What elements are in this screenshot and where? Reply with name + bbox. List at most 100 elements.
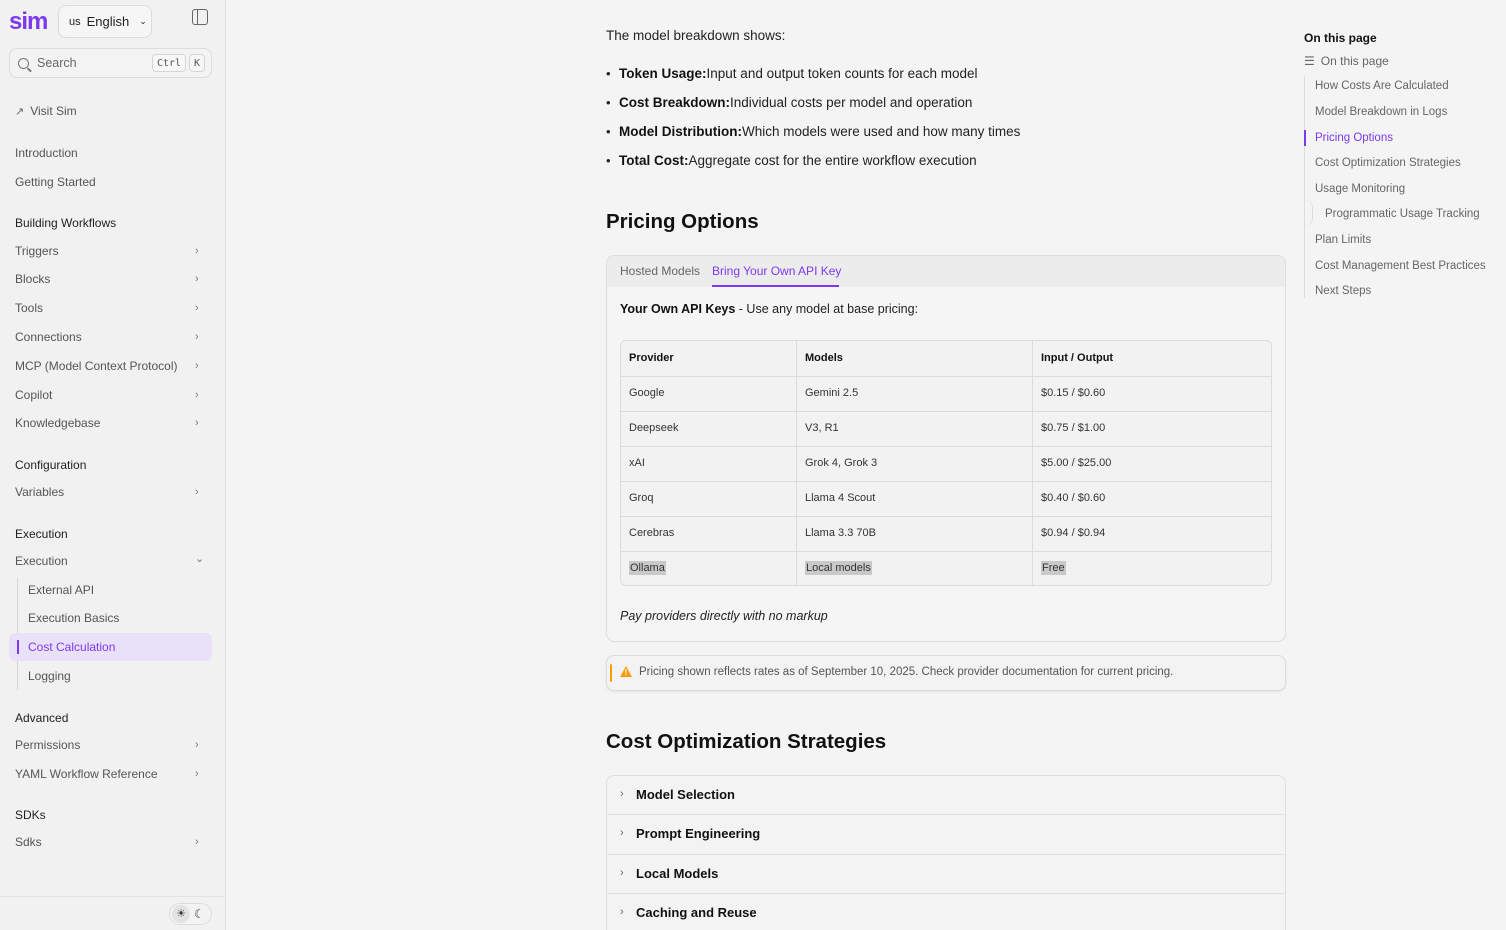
list-item: • Model Distribution: Which models were … [606,124,1020,139]
bullet-text: Which models were used and how many time… [741,124,1021,139]
panel-intro: Your Own API Keys - Use any model at bas… [620,302,918,316]
sidebar-item-permissions[interactable]: Permissions [15,737,80,753]
chevron-right-icon[interactable]: › [195,766,199,782]
pricing-table: Provider Models Input / Output Google Ge… [620,340,1272,586]
chevron-right-icon[interactable]: › [195,358,199,374]
sidebar-item-execution[interactable]: Execution [15,553,68,569]
sun-icon[interactable]: ☀ [172,905,190,923]
toc-item-next-steps[interactable]: Next Steps [1315,283,1371,299]
language-selector[interactable]: us English ⌄ [58,5,152,38]
sidebar-item-mcp[interactable]: MCP (Model Context Protocol) [15,358,178,374]
sidebar-item-connections[interactable]: Connections [15,329,82,345]
sidebar-item-copilot[interactable]: Copilot [15,387,52,403]
toc-item-plan-limits[interactable]: Plan Limits [1315,232,1371,248]
sidebar-item-triggers[interactable]: Triggers [15,243,59,259]
sidebar-item-cost-calculation[interactable]: Cost Calculation [28,639,115,655]
table-cell: $0.40 / $0.60 [1041,492,1106,504]
table-header-models: Models [805,352,843,364]
chevron-right-icon[interactable]: › [620,788,624,800]
chevron-right-icon[interactable]: › [195,737,199,753]
toc-item-how-costs[interactable]: How Costs Are Calculated [1315,78,1449,94]
toc-item-pricing-options[interactable]: Pricing Options [1315,130,1393,146]
visit-sim-link[interactable]: ↗ Visit Sim [15,104,77,118]
toc-rail [1304,76,1305,298]
table-cell: Cerebras [629,527,675,539]
sidebar-item-blocks[interactable]: Blocks [15,271,50,287]
sidebar-item-tools[interactable]: Tools [15,300,43,316]
chevron-right-icon[interactable]: › [195,329,199,345]
row-divider [621,516,1271,517]
table-cell: $0.94 / $0.94 [1041,527,1106,539]
tab-hosted-models[interactable]: Hosted Models [620,264,700,278]
accordion-item-model-selection[interactable]: Model Selection [636,787,735,802]
chevron-right-icon[interactable]: › [195,415,199,431]
search-input[interactable]: Search Ctrl K [9,48,212,78]
row-divider [621,551,1271,552]
sidebar-item-introduction[interactable]: Introduction [15,145,78,161]
chevron-right-icon[interactable]: › [195,834,199,850]
row-divider [621,376,1271,377]
moon-icon[interactable]: ☾ [194,905,205,923]
sidebar-item-logging[interactable]: Logging [28,668,71,684]
row-divider [621,481,1271,482]
chevron-right-icon[interactable]: › [195,300,199,316]
bullet-text: Individual costs per model and operation [730,95,973,110]
bullet-text: Input and output token counts for each m… [706,66,978,81]
sidebar-item-yaml-reference[interactable]: YAML Workflow Reference [15,766,158,782]
table-cell: Grok 4, Grok 3 [805,457,878,469]
sidebar-collapse-icon[interactable] [192,9,208,25]
bullet-icon: • [606,95,611,110]
sidebar-item-variables[interactable]: Variables [15,484,64,500]
chevron-right-icon[interactable]: › [195,271,199,287]
sidebar-item-knowledgebase[interactable]: Knowledgebase [15,415,100,431]
toc-item-cost-management[interactable]: Cost Management Best Practices [1315,258,1486,274]
sidebar-item-getting-started[interactable]: Getting Started [15,174,96,190]
accordion-item-prompt-engineering[interactable]: Prompt Engineering [636,826,760,841]
accordion-item-local-models[interactable]: Local Models [636,866,718,881]
chevron-right-icon[interactable]: › [620,867,624,879]
table-cell-selected: Free [1041,561,1066,575]
us-flag-icon: us [69,15,81,28]
row-divider [621,411,1271,412]
section-configuration: Configuration [15,458,87,472]
panel-intro-bold: Your Own API Keys [620,302,736,316]
toc-item-usage-monitoring[interactable]: Usage Monitoring [1315,181,1405,197]
chevron-right-icon[interactable]: › [620,827,624,839]
tab-byo-api-key[interactable]: Bring Your Own API Key [712,264,841,278]
warning-icon-mark: ! [624,668,628,677]
sidebar-item-sdks[interactable]: Sdks [15,834,42,850]
sidebar-item-execution-basics[interactable]: Execution Basics [28,610,119,626]
table-header-provider: Provider [629,352,674,364]
list-item: • Cost Breakdown: Individual costs per m… [606,95,972,110]
table-cell: $0.75 / $1.00 [1041,422,1106,434]
section-building-workflows: Building Workflows [15,216,117,230]
sim-logo[interactable]: sim [9,8,48,36]
chevron-right-icon[interactable]: › [195,387,199,403]
chevron-down-icon[interactable]: ⌄ [195,551,204,567]
callout-accent-bar [610,664,612,682]
accordion-divider [607,854,1285,855]
accordion-item-caching-reuse[interactable]: Caching and Reuse [636,905,757,920]
table-cell-selected: Ollama [629,561,666,575]
sidebar: sim us English ⌄ Search Ctrl K ↗ Visit S… [0,0,226,930]
pricing-options-heading: Pricing Options [606,210,759,233]
table-cell: Llama 4 Scout [805,492,876,504]
sidebar-item-external-api[interactable]: External API [28,582,94,598]
chevron-right-icon[interactable]: › [195,484,199,500]
row-divider [621,446,1271,447]
chevron-right-icon[interactable]: › [195,243,199,259]
accordion-divider [607,893,1285,894]
chevron-right-icon[interactable]: › [620,906,624,918]
toc-item-cost-optimization[interactable]: Cost Optimization Strategies [1315,155,1461,171]
bullet-term: Cost Breakdown: [619,95,731,110]
toc-title: On this page [1304,31,1377,45]
toc-item-model-breakdown[interactable]: Model Breakdown in Logs [1315,104,1447,120]
toc-item-programmatic-usage[interactable]: Programmatic Usage Tracking [1325,206,1480,222]
active-indicator [17,640,19,654]
toc-active-indicator [1304,130,1306,146]
list-item: • Token Usage: Input and output token co… [606,66,977,81]
section-sdks: SDKs [15,808,46,822]
table-cell: $5.00 / $25.00 [1041,457,1112,469]
kbd-k: K [189,54,205,72]
breakdown-intro: The model breakdown shows: [606,28,786,43]
